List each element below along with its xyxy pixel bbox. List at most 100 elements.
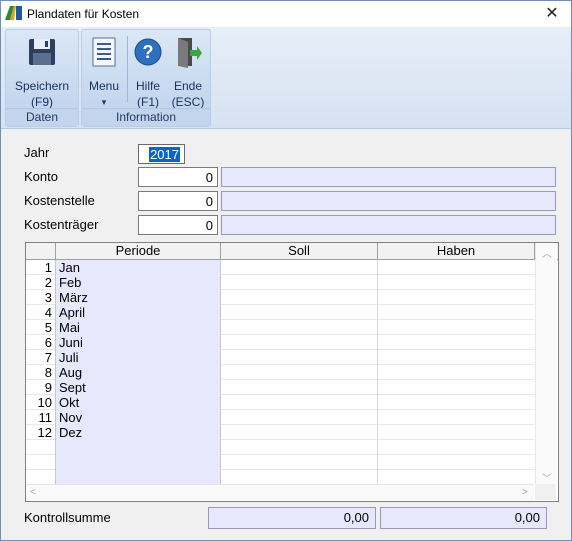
- periode-cell: Mai: [56, 320, 221, 335]
- table-row[interactable]: 12 Dez: [26, 425, 534, 440]
- periode-cell: Dez: [56, 425, 221, 440]
- jahr-input[interactable]: 2017: [138, 144, 185, 164]
- close-button[interactable]: ✕: [533, 1, 571, 27]
- table-row[interactable]: [26, 440, 534, 455]
- horizontal-scrollbar[interactable]: < >: [26, 484, 534, 501]
- kostentraeger-label: Kostenträger: [24, 217, 99, 232]
- soll-cell[interactable]: [221, 320, 378, 335]
- kostentraeger-input[interactable]: 0: [138, 215, 218, 235]
- periode-cell: Juli: [56, 350, 221, 365]
- soll-cell[interactable]: [221, 380, 378, 395]
- row-number-cell: 9: [26, 380, 56, 395]
- soll-cell[interactable]: [221, 425, 378, 440]
- haben-cell[interactable]: [378, 395, 534, 410]
- grid-body: 1 Jan 2 Feb 3 März 4 April 5 Mai 6 Juni 7 Juli 8 Aug 9 Se…: [26, 260, 534, 485]
- table-row[interactable]: [26, 470, 534, 485]
- row-number-cell: 5: [26, 320, 56, 335]
- jahr-value: 2017: [149, 147, 180, 162]
- haben-cell[interactable]: [378, 320, 534, 335]
- table-row[interactable]: 11 Nov: [26, 410, 534, 425]
- haben-sum-field: 0,00: [380, 507, 547, 529]
- soll-cell[interactable]: [221, 470, 378, 485]
- kostenstelle-description-field: [221, 191, 556, 211]
- haben-cell[interactable]: [378, 380, 534, 395]
- haben-cell[interactable]: [378, 305, 534, 320]
- scrollbar-corner: [535, 484, 556, 500]
- soll-cell[interactable]: [221, 410, 378, 425]
- vertical-scrollbar[interactable]: ︿ ﹀: [535, 243, 557, 485]
- table-row[interactable]: 8 Aug: [26, 365, 534, 380]
- haben-cell[interactable]: [378, 260, 534, 275]
- help-icon: ?: [134, 38, 162, 66]
- soll-cell[interactable]: [221, 335, 378, 350]
- haben-cell[interactable]: [378, 440, 534, 455]
- title-bar: Plandaten für Kosten ✕: [1, 1, 571, 27]
- scroll-up-icon[interactable]: ︿: [542, 245, 552, 260]
- periode-cell: März: [56, 290, 221, 305]
- haben-cell[interactable]: [378, 335, 534, 350]
- haben-cell[interactable]: [378, 365, 534, 380]
- table-row[interactable]: 2 Feb: [26, 275, 534, 290]
- table-row[interactable]: 1 Jan: [26, 260, 534, 275]
- soll-cell[interactable]: [221, 440, 378, 455]
- periode-cell: Jan: [56, 260, 221, 275]
- konto-label: Konto: [24, 169, 58, 184]
- ribbon-group-label: Daten: [6, 108, 78, 126]
- konto-input[interactable]: 0: [138, 167, 218, 187]
- haben-cell[interactable]: [378, 455, 534, 470]
- haben-cell[interactable]: [378, 410, 534, 425]
- soll-cell[interactable]: [221, 305, 378, 320]
- table-row[interactable]: 10 Okt: [26, 395, 534, 410]
- kostentraeger-description-field: [221, 215, 556, 235]
- table-row[interactable]: 9 Sept: [26, 380, 534, 395]
- row-number-cell: 2: [26, 275, 56, 290]
- konto-description-field: [221, 167, 556, 187]
- column-header-periode[interactable]: Periode: [56, 243, 221, 259]
- app-logo-icon: [5, 6, 22, 20]
- table-row[interactable]: 5 Mai: [26, 320, 534, 335]
- save-button[interactable]: Speichern (F9): [9, 32, 75, 110]
- period-grid[interactable]: Periode Soll Haben 1 Jan 2 Feb 3 März 4 April 5 M…: [25, 242, 559, 502]
- haben-cell[interactable]: [378, 425, 534, 440]
- help-button[interactable]: ? Hilfe (F1): [129, 32, 167, 110]
- table-row[interactable]: 7 Juli: [26, 350, 534, 365]
- haben-cell[interactable]: [378, 290, 534, 305]
- haben-cell[interactable]: [378, 350, 534, 365]
- scroll-right-icon[interactable]: >: [522, 487, 528, 498]
- menu-button-label: Menu: [88, 79, 120, 93]
- row-number-cell: [26, 470, 56, 485]
- scroll-down-icon[interactable]: ﹀: [542, 470, 552, 485]
- soll-cell[interactable]: [221, 290, 378, 305]
- ribbon-separator: [127, 36, 128, 102]
- soll-cell[interactable]: [221, 275, 378, 290]
- soll-cell[interactable]: [221, 365, 378, 380]
- soll-cell[interactable]: [221, 260, 378, 275]
- jahr-label: Jahr: [24, 145, 50, 160]
- row-number-cell: 7: [26, 350, 56, 365]
- exit-button[interactable]: Ende (ESC): [168, 32, 208, 110]
- table-row[interactable]: 3 März: [26, 290, 534, 305]
- close-icon: ✕: [545, 5, 559, 22]
- help-button-label: Hilfe: [135, 79, 160, 93]
- column-header-haben[interactable]: Haben: [378, 243, 535, 259]
- column-header-soll[interactable]: Soll: [221, 243, 378, 259]
- exit-button-label: Ende: [173, 79, 203, 93]
- haben-cell[interactable]: [378, 275, 534, 290]
- periode-cell: Feb: [56, 275, 221, 290]
- periode-cell: Aug: [56, 365, 221, 380]
- kostenstelle-input[interactable]: 0: [138, 191, 218, 211]
- soll-cell[interactable]: [221, 395, 378, 410]
- table-row[interactable]: 4 April: [26, 305, 534, 320]
- soll-cell[interactable]: [221, 455, 378, 470]
- haben-cell[interactable]: [378, 470, 534, 485]
- row-number-cell: 4: [26, 305, 56, 320]
- soll-cell[interactable]: [221, 350, 378, 365]
- periode-cell: [56, 455, 221, 470]
- kostenstelle-label: Kostenstelle: [24, 193, 95, 208]
- menu-button[interactable]: Menu ▾: [84, 32, 124, 110]
- window-title: Plandaten für Kosten: [27, 7, 140, 21]
- table-row[interactable]: 6 Juni: [26, 335, 534, 350]
- scroll-left-icon[interactable]: <: [30, 487, 36, 498]
- ribbon-group-label: Information: [82, 108, 210, 126]
- table-row[interactable]: [26, 455, 534, 470]
